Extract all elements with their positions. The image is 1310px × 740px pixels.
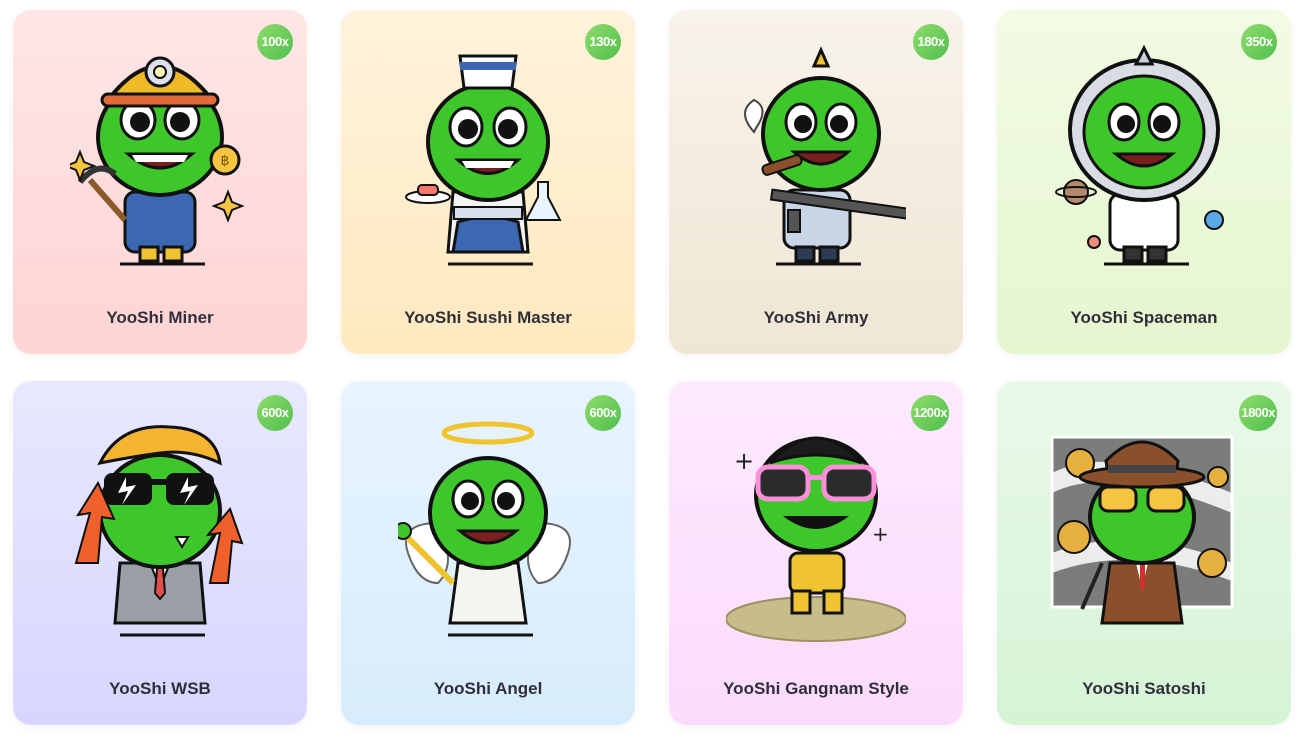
multiplier-badge: 350x [1241,24,1277,60]
nft-card-sushi-master[interactable]: 130x YooShi Sushi Master [341,10,635,354]
yooshi-sushi-master-image [405,54,562,266]
yooshi-body [761,46,881,266]
yooshi-wsb-image [74,425,244,637]
multiplier-badge: 100x [257,24,293,60]
yooshi-satoshi-image [1050,435,1234,625]
card-title: YooShi Miner [106,308,214,327]
planet-icon [1055,179,1097,205]
multiplier-badge: 600x [257,395,293,431]
yooshi-angel-image [398,421,571,637]
nft-card-army[interactable]: 180x YooShi Army [669,10,963,354]
gangnam-style-stage-icon [726,596,906,642]
yooshi-body [426,82,550,266]
coin-icon [1057,520,1091,554]
card-title: YooShi Satoshi [1082,679,1206,698]
yooshi-body [1104,192,1189,266]
card-title: YooShi WSB [109,679,211,698]
sparkle-icon: + [872,522,889,546]
nft-card-grid: 100x ฿ YooShi Miner 130x YooShi Sushi Ma… [13,10,1291,725]
card-title: YooShi Spaceman [1070,308,1218,327]
planet-icon [1204,210,1224,230]
coin-icon [1197,548,1227,578]
planet-icon [1087,235,1101,249]
multiplier-badge: 1200x [911,395,949,431]
coin-icon: ฿ [209,144,241,176]
nft-card-spaceman[interactable]: 350x YooShi Spaceman [997,10,1291,354]
flask-icon [524,181,562,221]
nft-card-wsb[interactable]: 600x YooShi WSB [13,381,307,725]
svg-text:฿: ฿ [221,153,230,169]
card-title: YooShi Sushi Master [404,308,572,327]
coin-icon [1207,466,1229,488]
yooshi-army-image [744,46,906,266]
multiplier-badge: 180x [913,24,949,60]
card-title: YooShi Angel [433,679,543,698]
miner-helmet-icon [100,56,220,108]
space-helmet-icon [1068,44,1220,202]
card-title: YooShi Gangnam Style [723,679,909,698]
nft-card-miner[interactable]: 100x ฿ YooShi Miner [13,10,307,354]
yooshi-spaceman-image [1055,44,1224,266]
nft-card-angel[interactable]: 600x YooShi Angel [341,381,635,725]
sushi-plate-icon [405,184,451,204]
card-title: YooShi Army [763,308,869,327]
multiplier-badge: 600x [585,395,621,431]
sparkle-icon [211,189,245,223]
multiplier-badge: 130x [585,24,621,60]
sushi-chef-hat-icon [458,54,518,90]
yooshi-body [428,456,548,637]
yooshi-body [754,436,878,615]
halo-icon [441,421,535,445]
nft-card-gangnam-style[interactable]: 1200x + + YooShi Gangnam Style [669,381,963,725]
nft-card-satoshi[interactable]: 1800x YooShi Satoshi [997,381,1291,725]
yooshi-miner-image: ฿ [70,56,245,266]
sparkle-icon: + [734,447,754,475]
yooshi-gangnam-style-image: + + [726,436,906,642]
